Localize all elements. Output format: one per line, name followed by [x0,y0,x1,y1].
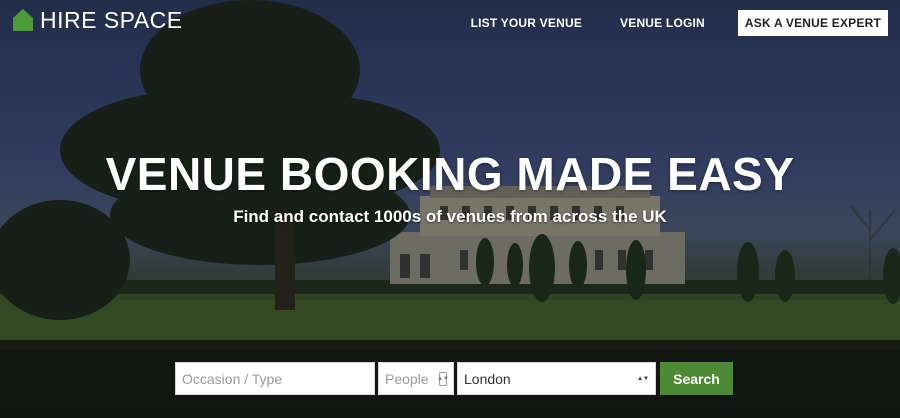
occasion-input[interactable] [182,370,368,387]
location-select[interactable]: London ▲▼ [457,362,656,395]
hero-section: HIRE SPACE LIST YOUR VENUE VENUE LOGIN A… [0,0,900,418]
people-field[interactable]: ▲▼ [378,362,454,395]
location-value: London [464,370,511,387]
house-icon [13,9,33,31]
people-input[interactable] [385,370,439,387]
search-button[interactable]: Search [660,362,733,395]
brand-logo[interactable]: HIRE SPACE [12,6,183,34]
number-spinner-icon[interactable]: ▲▼ [437,371,449,386]
occasion-field[interactable] [175,362,375,395]
ask-venue-expert-button[interactable]: ASK A VENUE EXPERT [737,10,888,36]
venue-login-link[interactable]: VENUE LOGIN [620,16,705,30]
main-nav: LIST YOUR VENUE VENUE LOGIN ASK A VENUE … [471,10,888,36]
search-bar: ▲▼ London ▲▼ Search [0,340,900,418]
select-arrows-icon: ▲▼ [637,375,649,382]
list-your-venue-link[interactable]: LIST YOUR VENUE [471,16,582,30]
hero-headline: VENUE BOOKING MADE EASY [105,148,795,200]
brand-name: HIRE SPACE [40,6,183,33]
hero-subheadline: Find and contact 1000s of venues from ac… [233,207,667,226]
top-navigation: HIRE SPACE LIST YOUR VENUE VENUE LOGIN A… [0,0,900,46]
